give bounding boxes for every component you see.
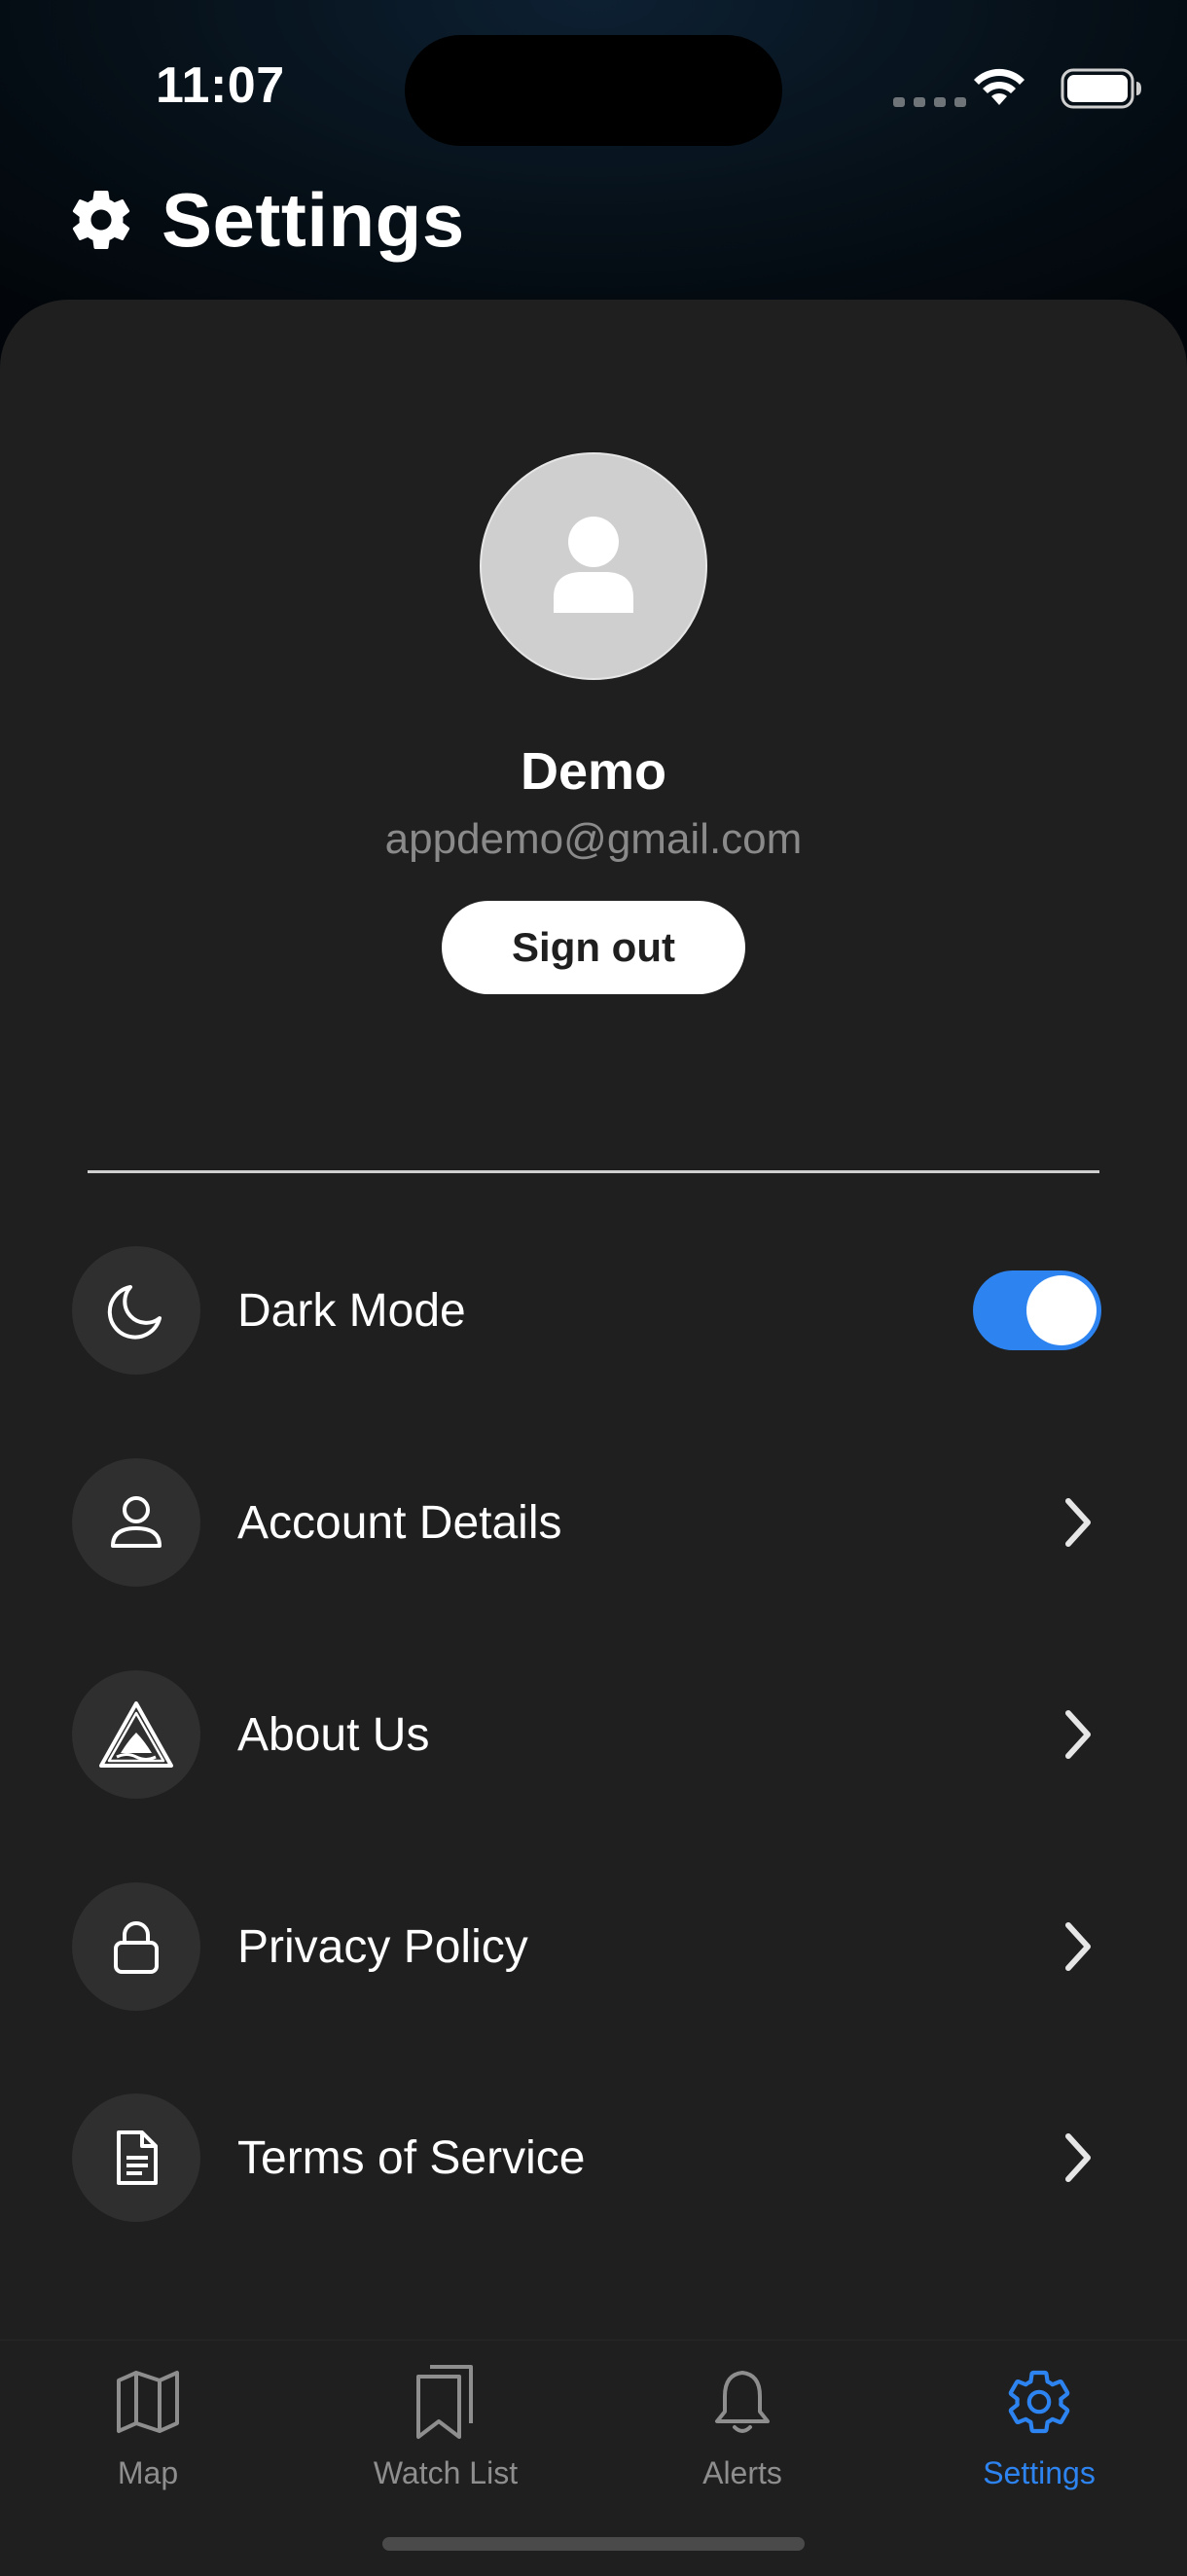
status-indicators	[856, 62, 1187, 111]
dark-mode-label: Dark Mode	[237, 1284, 466, 1337]
chevron-right-icon	[1065, 1922, 1091, 1971]
toggle-knob	[1026, 1275, 1097, 1345]
document-icon	[117, 2130, 158, 2185]
bookmarks-icon	[416, 2365, 473, 2439]
warning-triangle-icon	[99, 1701, 173, 1768]
tab-label: Settings	[983, 2455, 1096, 2490]
settings-item-label: Account Details	[237, 1496, 562, 1549]
status-time: 11:07	[156, 57, 285, 114]
cellular-signal-icon	[893, 97, 966, 107]
wifi-icon	[974, 68, 1025, 105]
settings-item-account-details[interactable]: Account Details	[0, 1458, 1187, 1587]
sign-out-button[interactable]: Sign out	[442, 901, 745, 994]
moon-icon	[107, 1285, 162, 1340]
privacy-icon-circle	[72, 1882, 200, 2011]
settings-screen: 11:07 Settings Demo appdemo@gmail.com Si…	[0, 0, 1187, 2576]
tab-watch-list[interactable]: Watch List	[329, 2360, 562, 2506]
dark-mode-toggle[interactable]	[973, 1270, 1101, 1350]
bell-icon	[715, 2371, 770, 2433]
settings-item-label: Terms of Service	[237, 2131, 586, 2184]
user-name: Demo	[520, 742, 667, 801]
dark-mode-icon-circle	[72, 1246, 200, 1375]
page-header: Settings	[66, 175, 465, 265]
tab-label: Watch List	[373, 2455, 519, 2490]
tab-alerts[interactable]: Alerts	[626, 2360, 859, 2506]
person-icon	[111, 1496, 162, 1548]
home-indicator[interactable]	[382, 2537, 805, 2551]
tab-label: Map	[117, 2455, 179, 2490]
settings-item-about-us[interactable]: About Us	[0, 1670, 1187, 1799]
tab-settings[interactable]: Settings	[922, 2360, 1156, 2506]
gear-icon	[72, 190, 130, 249]
settings-item-label: Privacy Policy	[237, 1920, 528, 1973]
tab-label: Alerts	[702, 2455, 782, 2490]
user-silhouette-icon	[554, 517, 633, 613]
divider	[88, 1170, 1099, 1173]
battery-icon	[1061, 68, 1141, 109]
dynamic-island	[405, 35, 782, 146]
gear-icon	[1008, 2370, 1070, 2434]
user-email: appdemo@gmail.com	[384, 815, 803, 863]
avatar[interactable]	[480, 452, 707, 680]
settings-item-terms-of-service[interactable]: Terms of Service	[0, 2093, 1187, 2222]
settings-item-privacy-policy[interactable]: Privacy Policy	[0, 1882, 1187, 2011]
account-icon-circle	[72, 1458, 200, 1587]
lock-icon	[114, 1921, 159, 1974]
chevron-right-icon	[1065, 2133, 1091, 2182]
page-title: Settings	[162, 176, 465, 263]
tab-map[interactable]: Map	[31, 2360, 265, 2506]
settings-item-label: About Us	[237, 1708, 430, 1761]
chevron-right-icon	[1065, 1498, 1091, 1547]
terms-icon-circle	[72, 2093, 200, 2222]
chevron-right-icon	[1065, 1710, 1091, 1759]
map-icon	[117, 2371, 179, 2433]
about-icon-circle	[72, 1670, 200, 1799]
